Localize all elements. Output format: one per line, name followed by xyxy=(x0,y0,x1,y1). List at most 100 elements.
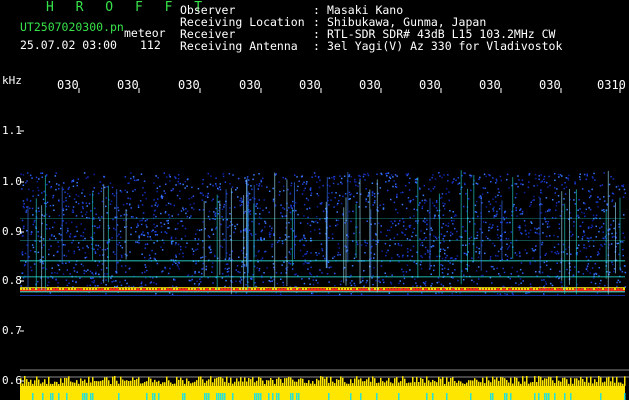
level-mark xyxy=(206,393,208,400)
noise-speck xyxy=(276,282,279,285)
noise-speck xyxy=(380,225,382,227)
noise-speck xyxy=(578,216,580,219)
band-speck xyxy=(176,288,178,290)
noise-speck xyxy=(592,245,595,247)
noise-speck xyxy=(269,236,271,238)
noise-speck xyxy=(449,210,451,212)
noise-speck xyxy=(283,261,285,263)
noise-speck xyxy=(583,173,586,176)
noise-speck xyxy=(353,232,355,235)
noise-speck xyxy=(544,281,547,283)
noise-speck xyxy=(508,245,511,247)
noise-speck xyxy=(34,219,36,222)
level-spike xyxy=(108,380,110,386)
plot-grid xyxy=(20,88,629,382)
band-speck xyxy=(161,288,163,290)
level-spike xyxy=(402,376,404,386)
noise-speck xyxy=(144,191,146,194)
band-speck xyxy=(353,288,355,290)
level-spike xyxy=(56,381,58,386)
noise-speck xyxy=(145,197,147,200)
noise-speck xyxy=(390,283,393,285)
noise-speck xyxy=(454,269,456,271)
noise-speck xyxy=(435,200,438,202)
band-speck xyxy=(494,288,496,290)
noise-speck xyxy=(94,285,97,287)
noise-speck xyxy=(393,180,395,182)
noise-speck xyxy=(541,271,544,274)
band-speck xyxy=(251,288,253,290)
noise-speck xyxy=(26,230,28,232)
noise-speck xyxy=(235,280,237,282)
noise-speck xyxy=(251,278,253,280)
noise-speck xyxy=(564,193,567,195)
noise-speck xyxy=(395,208,397,211)
noise-speck xyxy=(32,195,34,197)
level-mark xyxy=(426,393,428,400)
noise-speck xyxy=(55,172,57,174)
noise-speck xyxy=(528,232,530,234)
level-spike xyxy=(248,378,250,386)
level-spike xyxy=(30,379,32,386)
noise-speck xyxy=(68,195,71,197)
noise-speck xyxy=(489,203,492,205)
noise-speck xyxy=(151,205,153,207)
noise-speck xyxy=(506,178,508,181)
level-spike xyxy=(448,381,450,386)
noise-speck xyxy=(167,219,169,222)
noise-speck xyxy=(492,224,494,226)
level-spike xyxy=(144,381,146,386)
noise-speck xyxy=(83,269,86,272)
level-spike xyxy=(476,379,478,386)
noise-speck xyxy=(239,199,241,202)
level-spike xyxy=(82,380,84,386)
level-spike xyxy=(492,376,494,386)
noise-speck xyxy=(441,264,444,267)
noise-speck xyxy=(365,198,367,200)
noise-speck xyxy=(444,249,446,252)
noise-speck xyxy=(95,244,97,247)
level-spike xyxy=(74,382,76,386)
noise-speck xyxy=(409,269,411,271)
noise-speck xyxy=(290,204,292,207)
noise-speck xyxy=(235,189,237,191)
noise-speck xyxy=(73,267,75,269)
band-speck xyxy=(554,288,556,290)
noise-speck xyxy=(169,267,171,270)
band-speck xyxy=(158,288,160,290)
noise-speck xyxy=(591,224,593,226)
noise-speck xyxy=(563,198,565,200)
noise-speck xyxy=(413,261,415,263)
noise-speck xyxy=(48,253,50,256)
noise-speck xyxy=(45,174,48,176)
noise-speck xyxy=(174,279,176,281)
noise-speck xyxy=(255,213,257,215)
noise-speck xyxy=(525,233,527,236)
noise-speck xyxy=(244,210,246,213)
noise-speck xyxy=(156,225,158,227)
noise-speck xyxy=(217,195,219,198)
noise-speck xyxy=(494,196,497,198)
noise-speck xyxy=(38,210,40,212)
noise-speck xyxy=(135,179,138,181)
noise-speck xyxy=(146,243,149,245)
band-speck xyxy=(260,288,262,290)
noise-speck xyxy=(219,183,221,185)
noise-speck xyxy=(64,191,66,193)
noise-speck xyxy=(32,214,34,216)
level-mark xyxy=(570,393,572,400)
noise-speck xyxy=(291,268,294,270)
level-spike xyxy=(526,376,528,386)
noise-speck xyxy=(489,258,492,260)
noise-speck xyxy=(449,262,451,264)
level-spike xyxy=(54,381,56,386)
noise-speck xyxy=(312,279,315,281)
noise-speck xyxy=(350,176,352,178)
level-spike xyxy=(306,383,308,386)
noise-speck xyxy=(29,174,32,177)
noise-speck xyxy=(586,173,588,175)
noise-speck xyxy=(202,178,204,181)
noise-speck xyxy=(42,267,44,269)
noise-speck xyxy=(577,236,580,238)
level-mark xyxy=(534,393,536,400)
